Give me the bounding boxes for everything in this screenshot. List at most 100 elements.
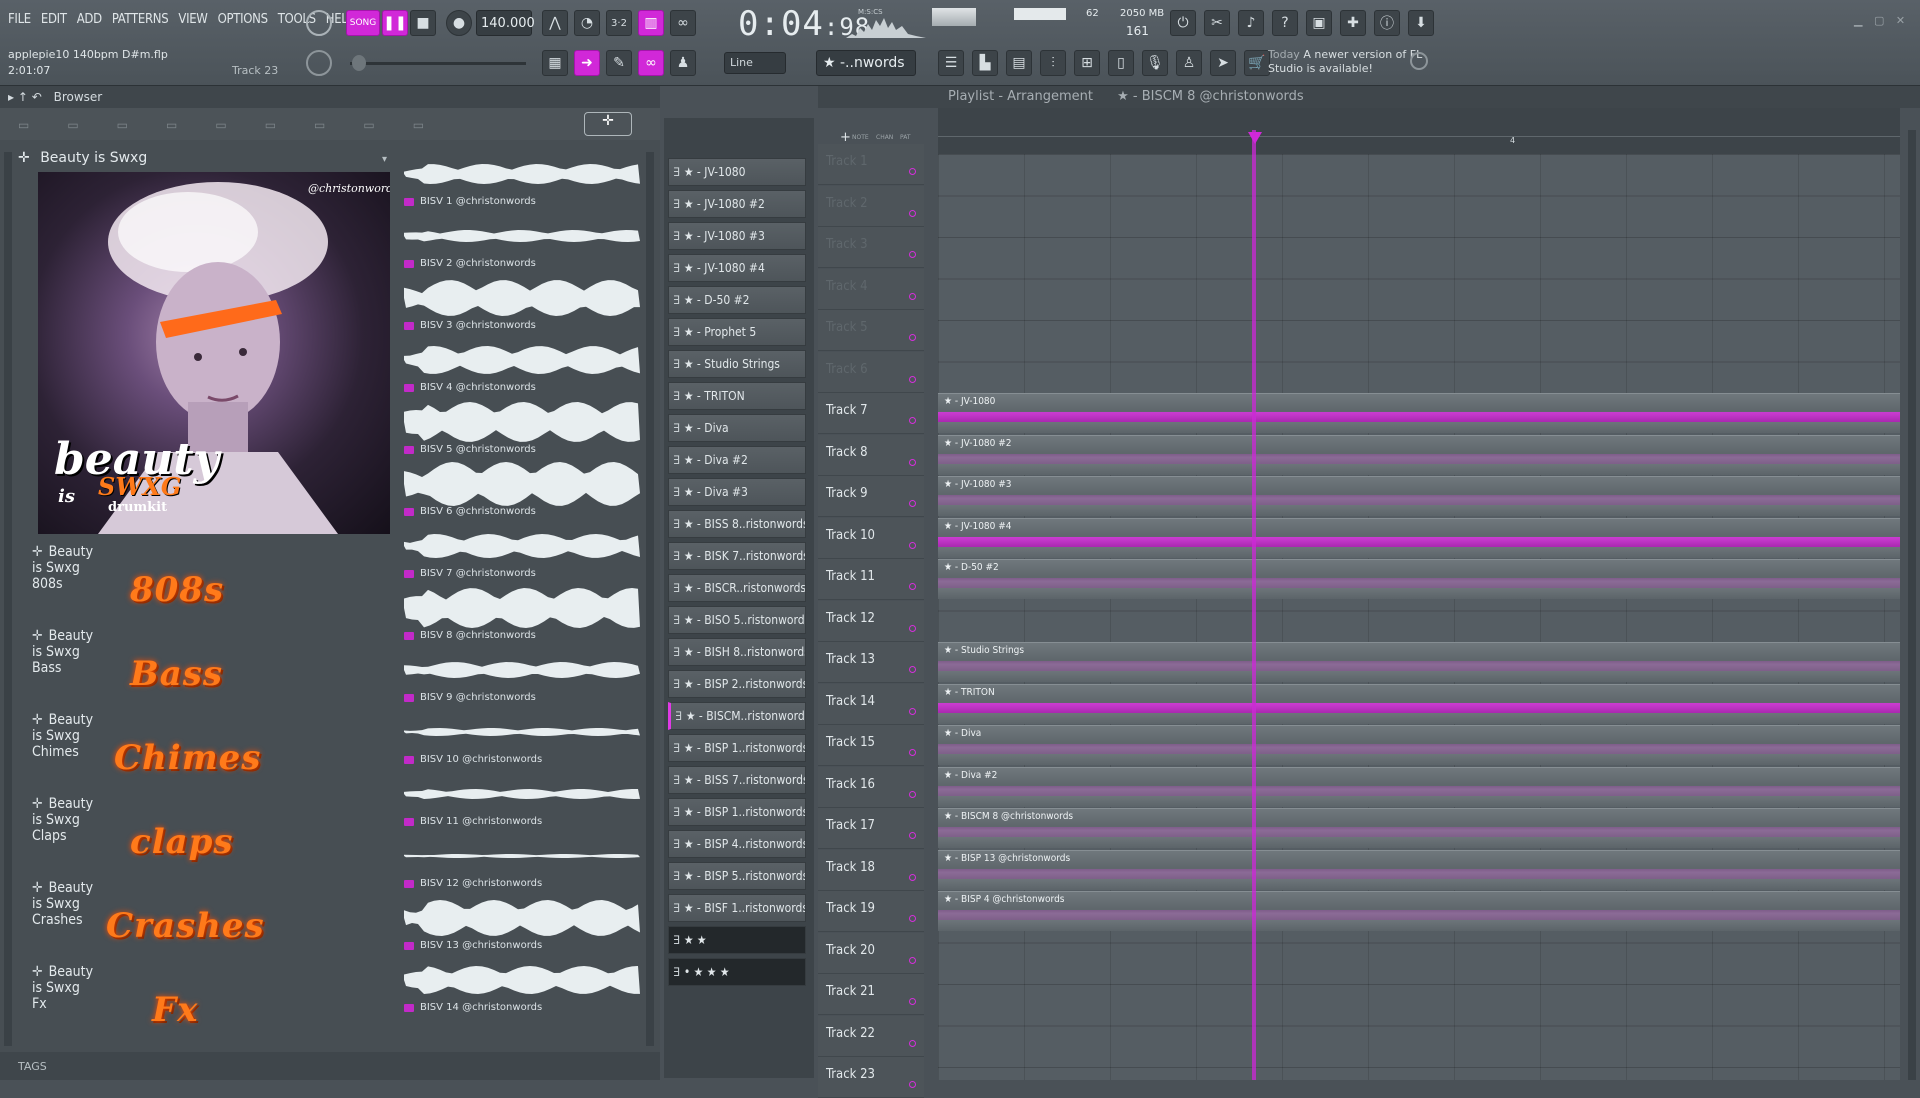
pencil-tool-button[interactable]: ✎ bbox=[606, 50, 632, 76]
channel-button[interactable]: ∃ ★ - BISCM..ristonwords bbox=[668, 702, 806, 730]
track-header[interactable]: Track 23 bbox=[818, 1057, 924, 1098]
browser-root-folder[interactable]: ✛ Beauty is Swxg bbox=[18, 150, 147, 166]
channel-button[interactable]: ∃ ★ - BISP 1..ristonwords bbox=[668, 734, 806, 762]
track-mute-icon[interactable] bbox=[909, 583, 916, 590]
pattern-clip[interactable]: ★ - JV-1080 #4 bbox=[938, 517, 1900, 558]
track-header[interactable]: Track 21 bbox=[818, 974, 924, 1015]
track-header[interactable]: Track 5 bbox=[818, 310, 924, 351]
track-mute-icon[interactable] bbox=[909, 832, 916, 839]
channel-button[interactable]: ∃ ★ - BISCR..ristonwords bbox=[668, 574, 806, 602]
position-slider[interactable] bbox=[350, 62, 526, 65]
channel-button[interactable]: ∃ ★ - Diva bbox=[668, 414, 806, 442]
plugin-picker-button[interactable]: ▯ bbox=[1108, 50, 1134, 76]
folder-808s[interactable]: ✛ Beauty is Swxg 808s bbox=[32, 544, 93, 592]
track-mute-icon[interactable] bbox=[909, 292, 916, 300]
track-header[interactable]: Track 19 bbox=[818, 891, 924, 932]
sample-item[interactable]: BISV 5 @christonwords bbox=[404, 400, 640, 462]
channel-button[interactable]: ∃ ★ - BISP 2..ristonwords bbox=[668, 670, 806, 698]
people-button[interactable]: ♙ bbox=[1176, 50, 1202, 76]
track-mute-icon[interactable] bbox=[909, 541, 916, 549]
track-header[interactable]: Track 17 bbox=[818, 808, 924, 849]
sample-item[interactable]: BISV 6 @christonwords bbox=[404, 462, 640, 524]
close-icon[interactable]: ✕ bbox=[1896, 14, 1905, 27]
track-header[interactable]: Track 1 bbox=[818, 144, 924, 185]
track-mute-icon[interactable] bbox=[909, 873, 916, 881]
playlist-title-bar[interactable]: Playlist - Arrangement ★ - BISCM 8 @chri… bbox=[818, 86, 1920, 108]
channel-button[interactable]: ∃ ★ - Diva #2 bbox=[668, 446, 806, 474]
channel-button[interactable]: ∃ ★ - BISH 8..ristonwords bbox=[668, 638, 806, 666]
sample-item[interactable]: BISV 14 @christonwords bbox=[404, 958, 640, 1020]
globe-icon[interactable] bbox=[1410, 52, 1428, 70]
sample-item[interactable]: BISV 7 @christonwords bbox=[404, 524, 640, 586]
folder-chimes[interactable]: ✛ Beauty is Swxg Chimes bbox=[32, 712, 93, 760]
channel-button[interactable]: ∃ ★ - D-50 #2 bbox=[668, 286, 806, 314]
folder-claps[interactable]: ✛ Beauty is Swxg Claps bbox=[32, 796, 93, 844]
pattern-clip[interactable]: ★ - Diva #2 bbox=[938, 766, 1900, 807]
track-header[interactable]: Track 2 bbox=[818, 185, 924, 227]
position-slider-thumb[interactable] bbox=[352, 55, 366, 71]
sample-item[interactable]: BISV 8 @christonwords bbox=[404, 586, 640, 648]
pattern-clip[interactable]: ★ - JV-1080 #2 bbox=[938, 434, 1900, 475]
news-panel[interactable]: Today A newer version of FL Studio is av… bbox=[1268, 48, 1424, 76]
track-mute-icon[interactable] bbox=[909, 915, 916, 922]
piano-roll-button[interactable]: ▦ bbox=[542, 50, 568, 76]
track-mute-icon[interactable] bbox=[909, 417, 916, 424]
track-header[interactable]: Track 11 bbox=[818, 559, 924, 600]
folder-fx[interactable]: ✛ Beauty is Swxg Fx bbox=[32, 964, 93, 1012]
root-dropdown-icon[interactable]: ▾ bbox=[382, 154, 387, 165]
metronome-button[interactable]: ⋀ bbox=[542, 10, 568, 36]
track-mute-icon[interactable] bbox=[909, 334, 916, 341]
pattern-selector[interactable]: ★ -..nwords bbox=[816, 50, 916, 76]
menu-patterns[interactable]: PATTERNS bbox=[112, 12, 169, 27]
track-header[interactable]: Track 8 bbox=[818, 434, 924, 476]
send-button[interactable]: ➤ bbox=[1210, 50, 1236, 76]
channel-button[interactable]: ∃ ★ - JV-1080 bbox=[668, 158, 806, 186]
help-button[interactable]: ? bbox=[1272, 10, 1298, 36]
stop-button[interactable]: ■ bbox=[410, 10, 436, 36]
channel-button[interactable]: ∃ ★ - TRITON bbox=[668, 382, 806, 410]
add-track-icon[interactable]: + bbox=[840, 130, 851, 145]
track-header[interactable]: Track 9 bbox=[818, 476, 924, 517]
track-mute-icon[interactable] bbox=[909, 500, 916, 507]
channel-button[interactable]: ∃ ★ - BISK 7..ristonwords bbox=[668, 542, 806, 570]
pattern-clip[interactable]: ★ - BISCM 8 @christonwords bbox=[938, 808, 1900, 848]
playlist-scrollbar[interactable] bbox=[1908, 130, 1916, 1080]
menu-options[interactable]: OPTIONS bbox=[218, 12, 268, 27]
track-header[interactable]: Track 14 bbox=[818, 683, 924, 725]
info-button[interactable]: ⓘ bbox=[1374, 10, 1400, 36]
snap-arrow-button[interactable]: ➜ bbox=[574, 50, 600, 76]
link-button[interactable]: ∞ bbox=[638, 50, 664, 76]
folder-crashes[interactable]: ✛ Beauty is Swxg Crashes bbox=[32, 880, 93, 928]
channel-button[interactable]: ∃ ★ - Studio Strings bbox=[668, 350, 806, 378]
track-mute-icon[interactable] bbox=[909, 624, 916, 632]
sample-item[interactable]: BISV 13 @christonwords bbox=[404, 896, 640, 958]
track-header[interactable]: Track 22 bbox=[818, 1015, 924, 1057]
stamp-button[interactable]: ♟ bbox=[670, 50, 696, 76]
sample-item[interactable]: BISV 9 @christonwords bbox=[404, 648, 640, 710]
track-header[interactable]: Track 18 bbox=[818, 849, 924, 891]
track-mute-icon[interactable] bbox=[909, 168, 916, 175]
channel-button[interactable]: ∃ ★ ★ bbox=[668, 926, 806, 954]
channel-button[interactable]: ∃ ★ - JV-1080 #2 bbox=[668, 190, 806, 218]
track-header[interactable]: Track 20 bbox=[818, 932, 924, 974]
sample-scrollbar[interactable] bbox=[646, 152, 654, 1046]
channel-button[interactable]: ∃ ★ - Prophet 5 bbox=[668, 318, 806, 346]
track-header[interactable]: Track 10 bbox=[818, 517, 924, 559]
folder-filter-icons[interactable]: ▭▭▭▭▭▭▭▭▭ bbox=[18, 118, 462, 132]
pattern-clip[interactable]: ★ - JV-1080 bbox=[938, 393, 1900, 433]
countdown-button[interactable]: 3·2 bbox=[606, 10, 632, 36]
pattern-clip[interactable]: ★ - BISP 4 @christonwords bbox=[938, 891, 1900, 931]
save-button[interactable]: ▣ bbox=[1306, 10, 1332, 36]
playlist-button[interactable]: ☰ bbox=[938, 50, 964, 76]
pitch-knob[interactable] bbox=[306, 50, 332, 76]
wait-input-button[interactable]: ◔ bbox=[574, 10, 600, 36]
track-mute-icon[interactable] bbox=[909, 375, 916, 383]
sample-item[interactable]: BISV 3 @christonwords bbox=[404, 276, 640, 338]
track-mute-icon[interactable] bbox=[909, 790, 916, 798]
sample-item[interactable]: BISV 4 @christonwords bbox=[404, 338, 640, 400]
mixer-button[interactable]: ⫶ bbox=[1040, 50, 1066, 76]
menu-edit[interactable]: EDIT bbox=[41, 12, 67, 27]
tempo-display[interactable]: 140.000 bbox=[476, 10, 535, 36]
track-header[interactable]: Track 3 bbox=[818, 227, 924, 268]
loop-record-button[interactable]: ∞ bbox=[670, 10, 696, 36]
